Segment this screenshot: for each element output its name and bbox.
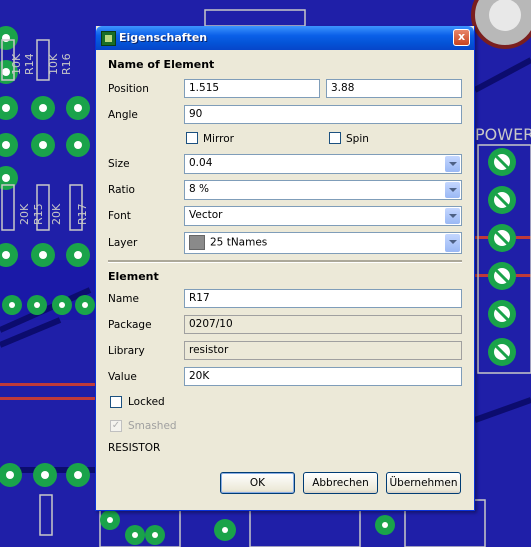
title-bar[interactable]: Eigenschaften x	[96, 26, 474, 50]
chevron-down-icon[interactable]	[445, 208, 460, 224]
ratio-value: 8 %	[189, 183, 209, 195]
name-field[interactable]: R17	[184, 289, 462, 308]
size-label: Size	[108, 158, 130, 170]
dialog-title: Eigenschaften	[119, 31, 208, 44]
layer-label: Layer	[108, 237, 138, 249]
part-name-label: R17	[76, 203, 89, 225]
close-button[interactable]: x	[453, 29, 470, 46]
trace	[0, 383, 95, 386]
trace	[0, 397, 95, 400]
chevron-down-icon[interactable]	[445, 156, 460, 172]
chevron-down-icon[interactable]	[445, 234, 460, 252]
apply-button[interactable]: Übernehmen	[386, 472, 461, 494]
chevron-down-icon[interactable]	[445, 182, 460, 198]
position-label: Position	[108, 83, 149, 95]
device-description: RESISTOR	[108, 442, 161, 454]
name-label: Name	[108, 293, 139, 305]
name-section-heading: Name of Element	[108, 58, 215, 71]
locked-checkbox[interactable]	[110, 396, 122, 408]
locked-label: Locked	[128, 396, 165, 408]
value-field[interactable]: 20K	[184, 367, 462, 386]
size-value: 0.04	[189, 157, 213, 169]
font-combo[interactable]: Vector	[184, 206, 462, 226]
ratio-label: Ratio	[108, 184, 135, 196]
package-label: Package	[108, 319, 152, 331]
part-name-label: R16	[60, 53, 73, 75]
section-divider	[108, 260, 462, 263]
smashed-checkbox: ✓	[110, 420, 122, 432]
package-field: 0207/10	[184, 315, 462, 334]
angle-label: Angle	[108, 109, 138, 121]
header-label: POWER	[475, 125, 531, 144]
layer-color-swatch	[189, 235, 205, 250]
cancel-button[interactable]: Abbrechen	[303, 472, 378, 494]
size-combo[interactable]: 0.04	[184, 154, 462, 174]
app-icon	[101, 31, 116, 46]
ok-button[interactable]: OK	[220, 472, 295, 494]
part-value-label: 10K	[47, 53, 60, 75]
font-label: Font	[108, 210, 131, 222]
angle-field[interactable]: 90	[184, 105, 462, 124]
element-section-heading: Element	[108, 270, 159, 283]
layer-combo[interactable]: 25 tNames	[184, 232, 462, 254]
mirror-checkbox[interactable]	[186, 132, 198, 144]
mirror-label: Mirror	[203, 133, 234, 145]
spin-label: Spin	[346, 133, 369, 145]
properties-dialog: Eigenschaften x Name of Element Position…	[95, 26, 475, 511]
font-value: Vector	[189, 209, 223, 221]
position-y-field[interactable]: 3.88	[326, 79, 462, 98]
spin-checkbox[interactable]	[329, 132, 341, 144]
smashed-label: Smashed	[128, 420, 177, 432]
library-label: Library	[108, 345, 145, 357]
library-field: resistor	[184, 341, 462, 360]
part-name-label: R15	[32, 203, 45, 225]
part-value-label: 20K	[50, 203, 63, 225]
ratio-combo[interactable]: 8 %	[184, 180, 462, 200]
part-value-label: 10K	[10, 53, 23, 75]
layer-value: 25 tNames	[210, 236, 268, 249]
part-name-label: R14	[23, 53, 36, 75]
position-x-field[interactable]: 1.515	[184, 79, 320, 98]
part-value-label: 20K	[18, 203, 31, 225]
value-label: Value	[108, 371, 137, 383]
